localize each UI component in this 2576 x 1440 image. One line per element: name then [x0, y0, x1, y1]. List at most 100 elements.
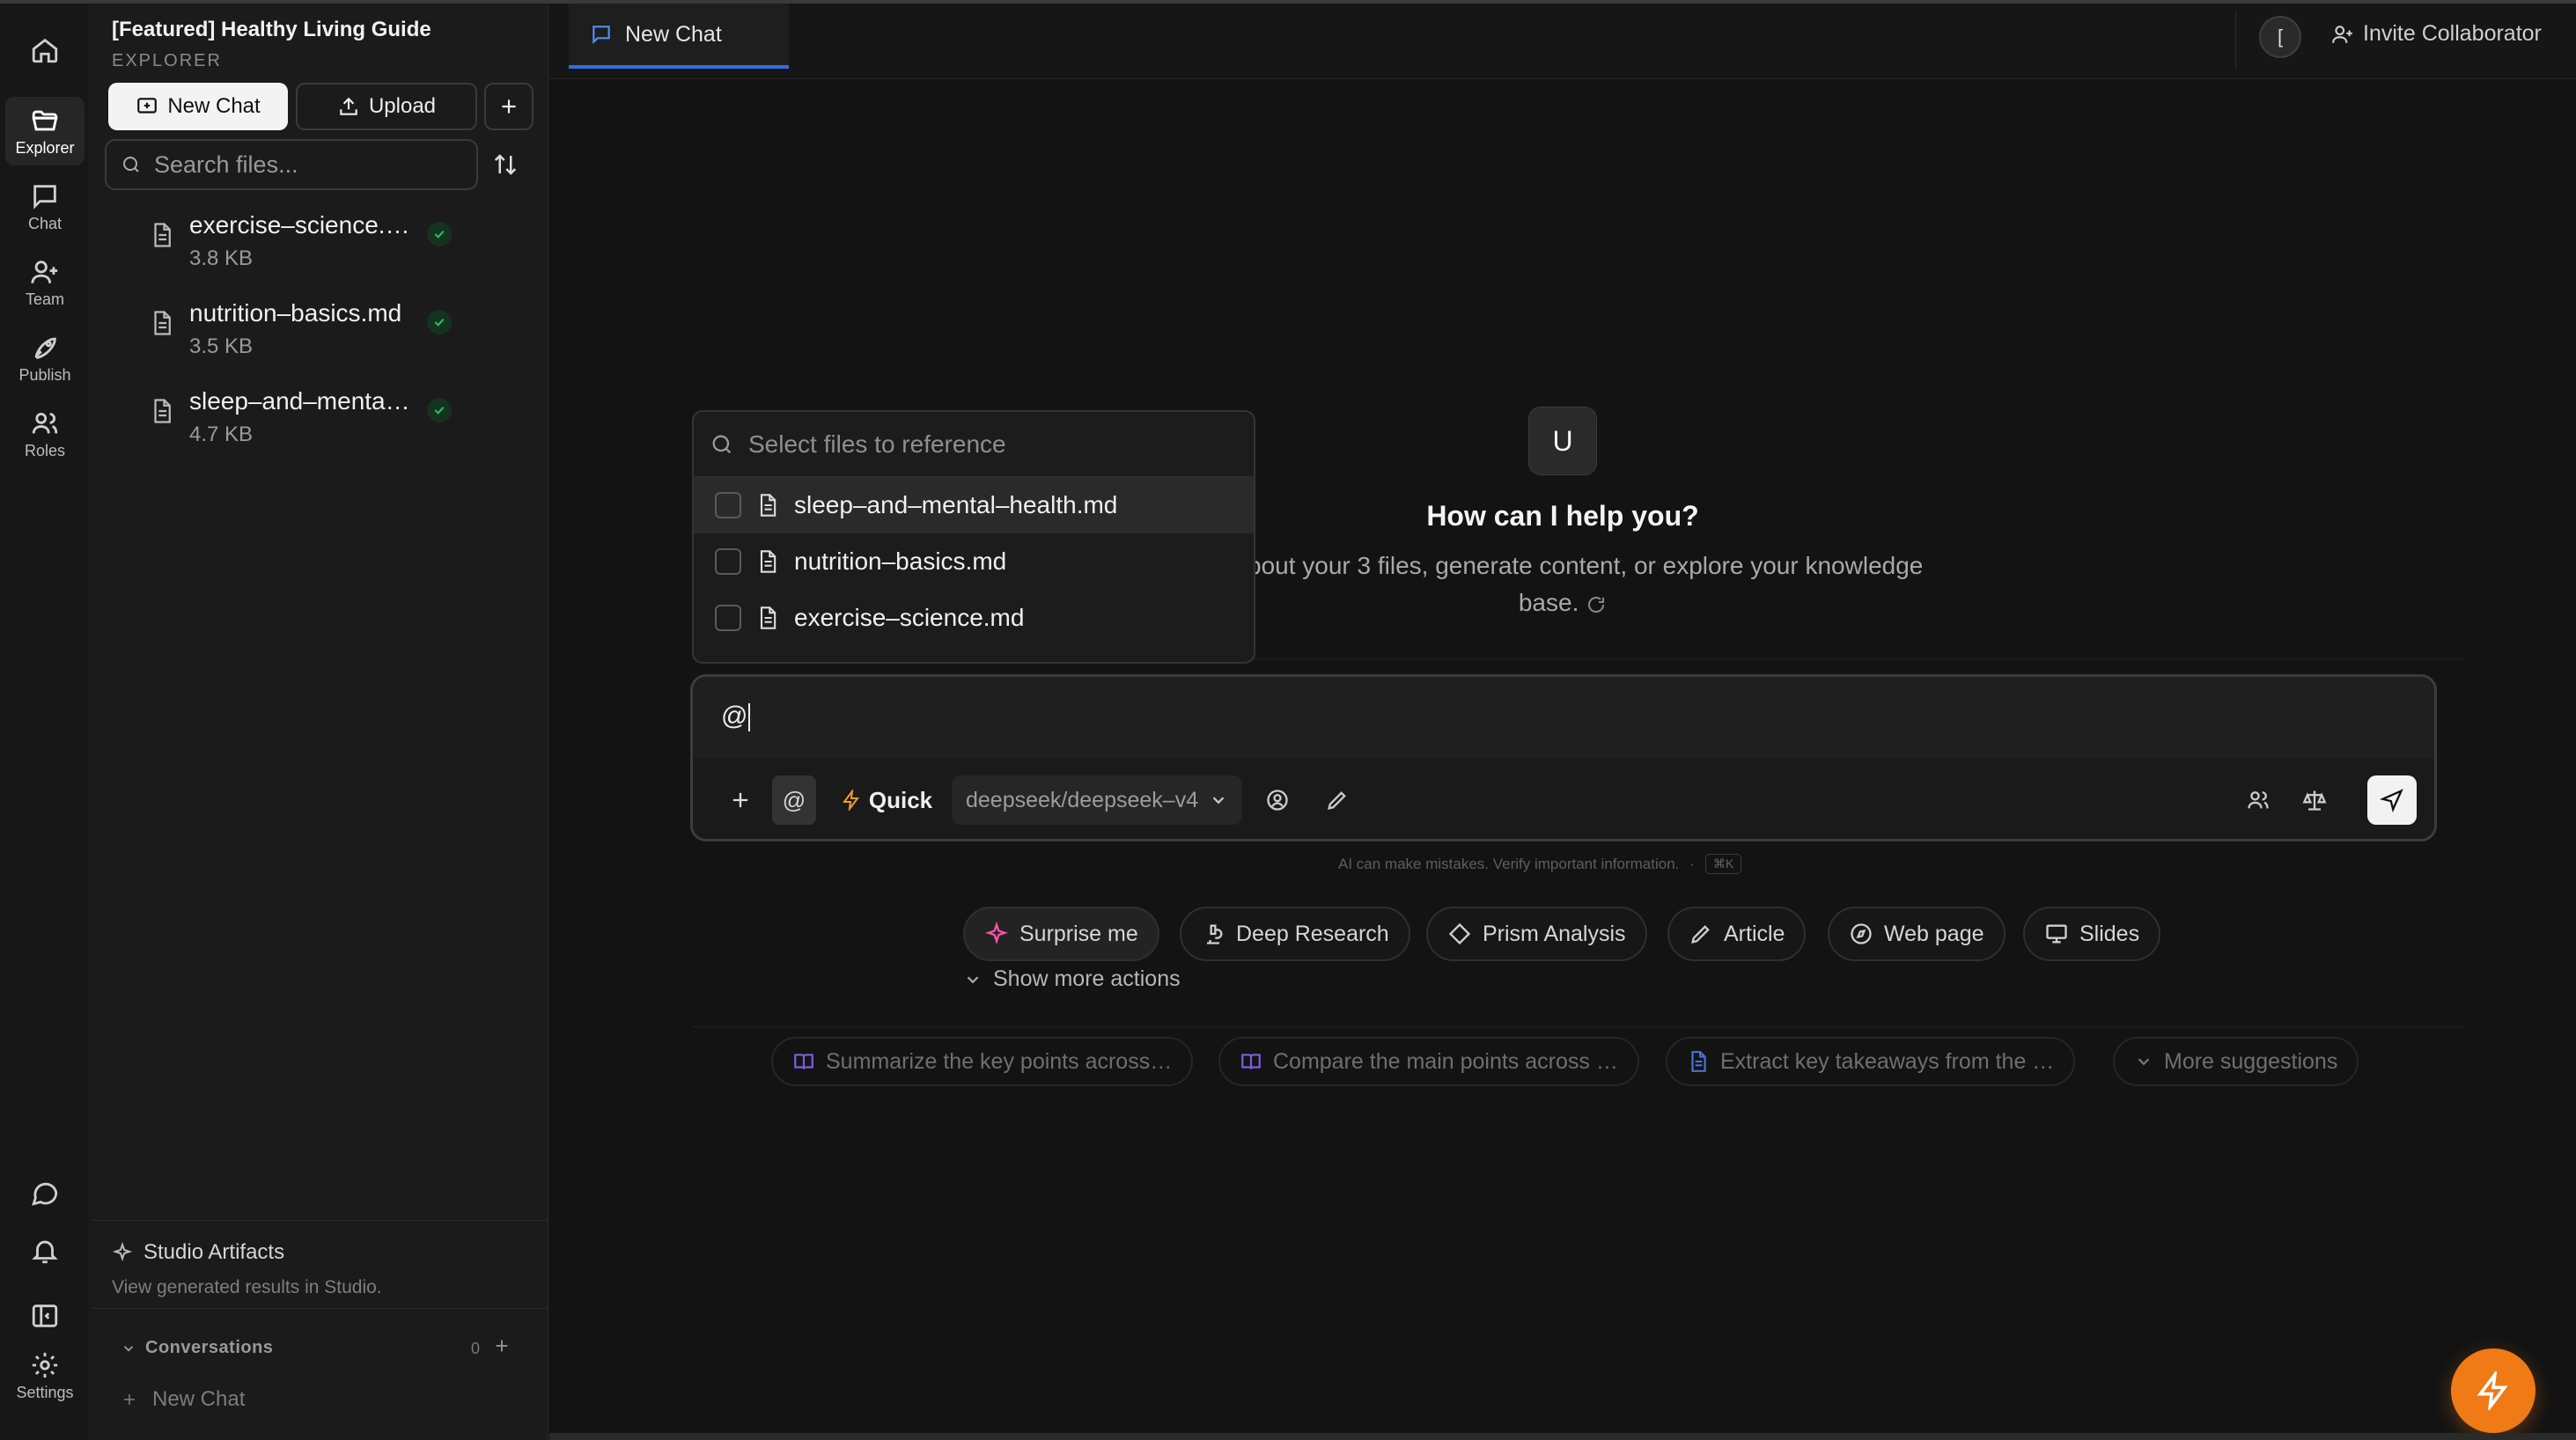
plus-icon: [124, 1394, 135, 1405]
disclaimer-text: AI can make mistakes. Verify important i…: [1338, 855, 1680, 872]
file-item[interactable]: sleep–and–menta… 4.7 KB: [144, 380, 522, 459]
conversations-divider: [91, 1308, 548, 1309]
edit-prompt-button[interactable]: [1316, 775, 1358, 825]
chat-icon: [592, 26, 610, 45]
user-plus-icon: [2332, 25, 2352, 43]
mode-quick-button[interactable]: Quick: [834, 775, 939, 825]
upload-button[interactable]: Upload: [296, 83, 477, 130]
project-title: [Featured] Healthy Living Guide: [112, 18, 431, 41]
file-size: 3.5 KB: [189, 334, 254, 358]
add-conversation-button[interactable]: [492, 1336, 512, 1360]
conversation-new-chat[interactable]: New Chat: [121, 1387, 245, 1412]
show-more-label: Show more actions: [993, 966, 1181, 991]
invite-collaborator-button[interactable]: Invite Collaborator: [2331, 21, 2542, 47]
file-option-name: sleep–and–mental–health.md: [794, 491, 1118, 518]
mode-label: Quick: [868, 786, 933, 813]
file-item[interactable]: nutrition–basics.md 3.5 KB: [144, 292, 522, 371]
suggestion-label: Compare the main points across …: [1273, 1048, 1618, 1074]
agents-button[interactable]: [2237, 775, 2279, 825]
action-surprise-me[interactable]: Surprise me: [963, 907, 1159, 961]
file-picker-option[interactable]: sleep–and–mental–health.md: [694, 477, 1254, 533]
more-suggestions-button[interactable]: More suggestions: [2113, 1037, 2359, 1086]
add-button[interactable]: [484, 83, 534, 130]
suggestion-chip[interactable]: Summarize the key points across…: [771, 1037, 1194, 1086]
send-icon: [2380, 789, 2403, 812]
explorer-panel: [Featured] Healthy Living Guide EXPLORER…: [91, 4, 548, 1440]
rail-publish[interactable]: Publish: [5, 324, 85, 393]
rail-roles[interactable]: Roles: [5, 400, 85, 468]
file-picker-search[interactable]: Select files to reference: [694, 412, 1254, 477]
file-checkbox[interactable]: [715, 605, 741, 631]
rail-explorer[interactable]: Explorer: [5, 97, 85, 165]
conversation-new-label: New Chat: [152, 1387, 246, 1411]
avatar[interactable]: [: [2259, 16, 2301, 58]
show-more-actions[interactable]: Show more actions: [963, 966, 1181, 992]
folder-open-icon: [32, 110, 58, 130]
pen-icon: [1691, 925, 1710, 944]
file-search-input[interactable]: Search files...: [105, 139, 478, 190]
hero-title: How can I help you?: [1426, 500, 1699, 532]
suggestion-chip[interactable]: Compare the main points across …: [1218, 1037, 1639, 1086]
users-icon: [2248, 791, 2269, 809]
tab-new-chat[interactable]: New Chat: [569, 4, 789, 69]
file-checkbox[interactable]: [715, 548, 741, 575]
chat-input-value: @: [721, 702, 748, 731]
suggestion-chip[interactable]: Extract key takeaways from the …: [1666, 1037, 2076, 1086]
action-article[interactable]: Article: [1667, 907, 1807, 961]
new-chat-button[interactable]: New Chat: [108, 83, 288, 130]
mention-button[interactable]: @: [772, 775, 816, 825]
document-icon: [760, 550, 776, 573]
action-label: Surprise me: [1019, 921, 1138, 946]
action-deep-research[interactable]: Deep Research: [1180, 907, 1410, 961]
upload-icon: [340, 97, 357, 115]
shortcut-badge: ⌘K: [1705, 854, 1742, 874]
send-button[interactable]: [2367, 775, 2417, 825]
rail-settings[interactable]: Settings: [5, 1341, 85, 1410]
action-slides[interactable]: Slides: [2023, 907, 2161, 961]
sort-button[interactable]: [487, 146, 524, 183]
refresh-icon[interactable]: [1586, 594, 1607, 615]
rail-team[interactable]: Team: [5, 248, 85, 317]
compass-icon: [1851, 923, 1872, 944]
attach-button[interactable]: [718, 775, 763, 825]
bottom-edge: [549, 1433, 2576, 1440]
rail-notifications[interactable]: [5, 1216, 85, 1285]
icon-rail: Explorer Chat Team Publish Roles Setting…: [0, 4, 90, 1440]
rail-home[interactable]: [5, 16, 85, 84]
file-option-name: nutrition–basics.md: [794, 547, 1007, 575]
document-icon: [154, 311, 171, 335]
synced-check-icon: [427, 398, 452, 422]
persona-button[interactable]: [1256, 775, 1299, 825]
action-label: Deep Research: [1236, 921, 1389, 946]
pencil-icon: [1328, 791, 1346, 810]
user-plus-icon: [31, 260, 58, 283]
diamond-icon: [1448, 922, 1471, 945]
compare-button[interactable]: [2293, 775, 2336, 825]
file-picker-option[interactable]: exercise–science.md: [694, 590, 1254, 646]
file-picker-option[interactable]: nutrition–basics.md: [694, 533, 1254, 590]
conversations-toggle[interactable]: Conversations: [121, 1338, 273, 1358]
file-checkbox[interactable]: [715, 492, 741, 518]
action-label: Article: [1724, 921, 1785, 946]
presentation-icon: [2046, 924, 2067, 944]
document-icon: [760, 606, 776, 629]
chat-composer: @ @ Quick deepseek/deepseek–v4: [690, 674, 2437, 841]
invite-label: Invite Collaborator: [2363, 21, 2542, 46]
action-web-page[interactable]: Web page: [1828, 907, 2006, 961]
rail-roles-label: Roles: [24, 441, 66, 459]
file-item[interactable]: exercise–science.… 3.8 KB: [144, 204, 522, 283]
sparkles-icon: [984, 922, 1009, 944]
lightning-icon: [842, 790, 859, 811]
quick-action-fab[interactable]: [2451, 1348, 2536, 1433]
suggestion-label: More suggestions: [2164, 1048, 2338, 1074]
users-icon: [32, 412, 58, 433]
model-select[interactable]: deepseek/deepseek–v4: [952, 775, 1242, 825]
rail-chat[interactable]: Chat: [5, 173, 85, 241]
action-prism-analysis[interactable]: Prism Analysis: [1426, 907, 1647, 961]
book-icon: [1241, 1054, 1261, 1069]
chat-input[interactable]: @: [693, 677, 2434, 758]
bell-icon: [32, 1240, 58, 1264]
tab-label: New Chat: [625, 21, 722, 47]
rail-toggle-panel[interactable]: [5, 1282, 85, 1350]
studio-artifacts-section[interactable]: Studio Artifacts View generated results …: [91, 1220, 548, 1297]
